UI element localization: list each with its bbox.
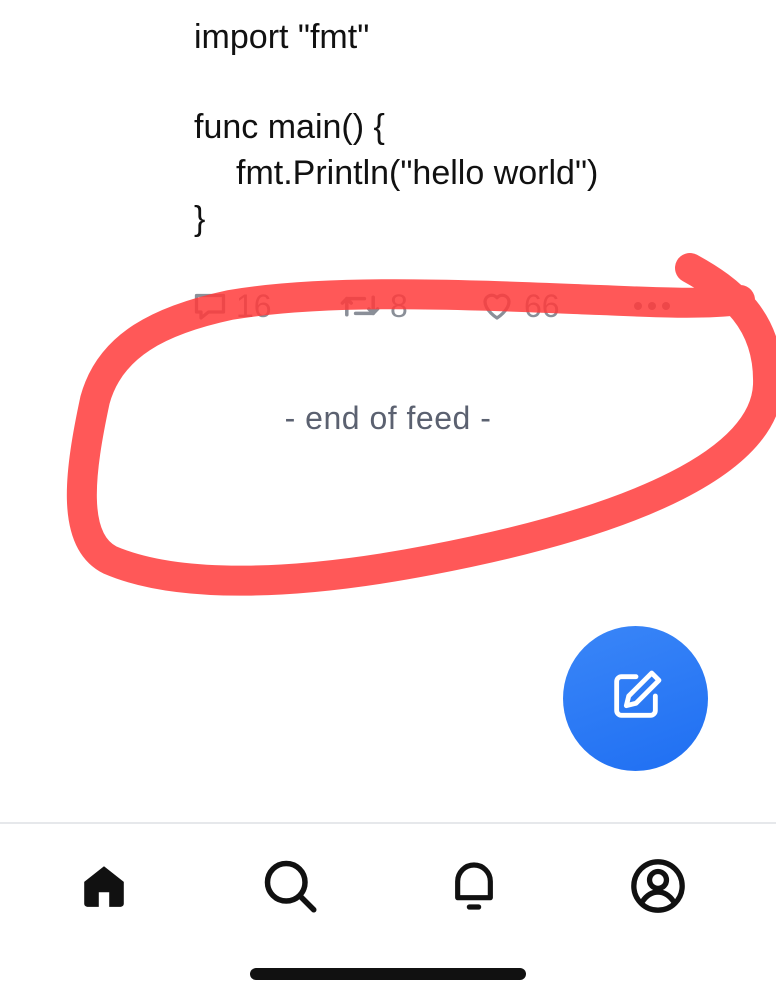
reply-count: 16 [236,287,272,324]
repost-count: 8 [390,287,408,324]
code-line-println: fmt.Println("hello world") [236,154,599,192]
post-body: import "fmt" func main() { fmt.Println("… [194,14,754,242]
code-line-close-brace: } [194,200,206,238]
search-icon [260,856,320,921]
home-indicator [250,968,526,980]
tab-notifications[interactable] [442,856,506,920]
more-options-button[interactable] [632,284,672,328]
tab-profile[interactable] [626,856,690,920]
like-button[interactable]: 66 [478,284,560,328]
repost-button[interactable]: 8 [338,284,408,328]
home-icon [78,861,130,916]
profile-icon [629,857,687,920]
compose-button[interactable] [563,626,708,771]
like-count: 66 [524,287,560,324]
code-line-import: import "fmt" [194,18,370,56]
bell-icon [446,856,502,921]
tab-search[interactable] [258,856,322,920]
ellipsis-icon [632,300,672,312]
reply-button[interactable]: 16 [192,284,272,328]
code-line-func: func main() { [194,108,385,146]
compose-icon [607,667,665,730]
end-of-feed-label: - end of feed - [284,400,492,436]
repost-icon [338,288,382,324]
reply-icon [192,288,228,324]
tab-home[interactable] [72,856,136,920]
heart-icon [478,288,516,324]
post-action-row: 16 8 66 [192,284,692,328]
